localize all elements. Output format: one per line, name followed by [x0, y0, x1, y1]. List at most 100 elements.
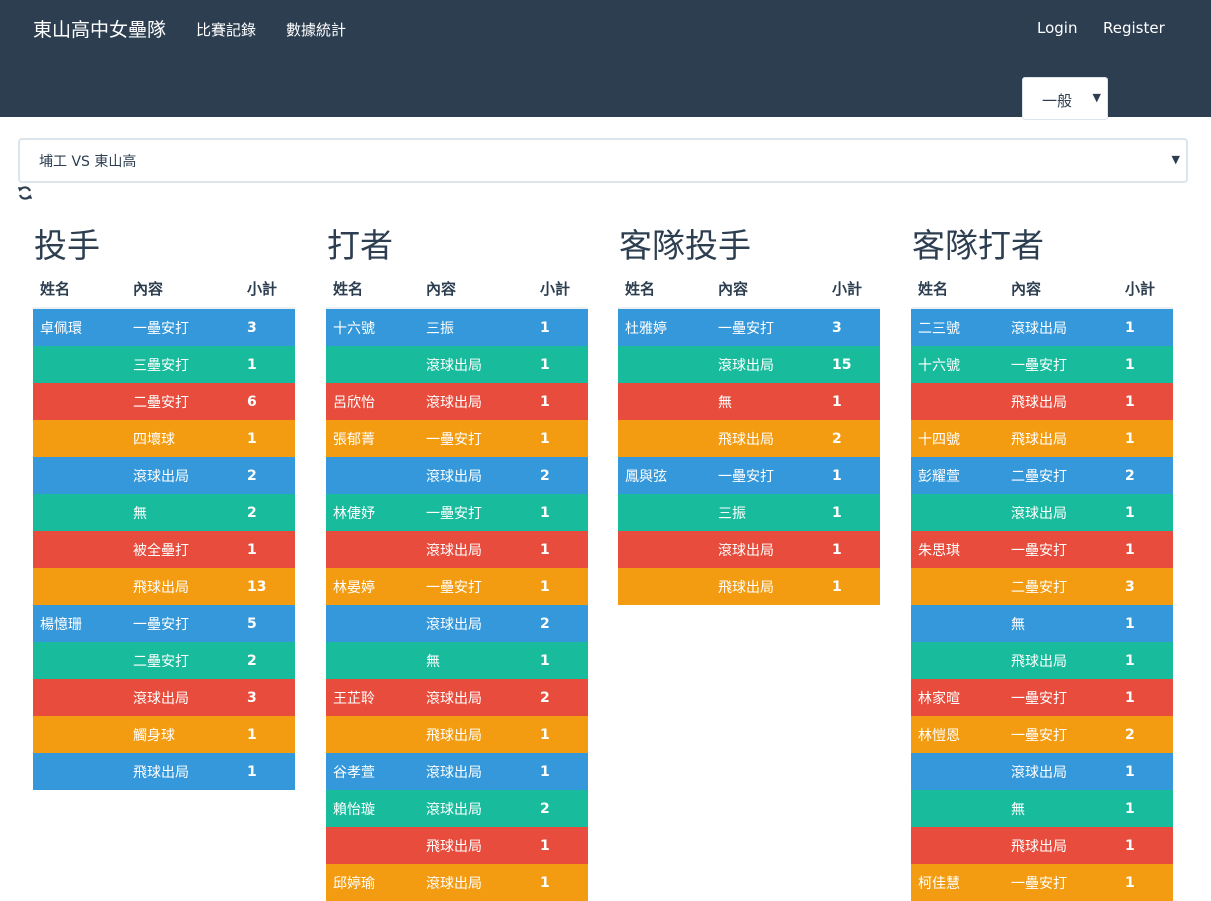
table-row: 滾球出局 1	[911, 753, 1173, 790]
table-row: 滾球出局 2	[33, 457, 295, 494]
game-select[interactable]: 埔工 VS 東山高 ▼	[18, 138, 1188, 183]
table-row: 彭耀萱 二壘安打 2	[911, 457, 1173, 494]
table-row: 滾球出局 2	[326, 457, 588, 494]
result-cell: 一壘安打	[126, 605, 240, 642]
table-row: 二三號 滾球出局 1	[911, 308, 1173, 346]
result-cell: 無	[711, 383, 825, 420]
panel-title: 投手	[34, 226, 100, 265]
table-row: 二壘安打 3	[911, 568, 1173, 605]
player-name-cell: 二三號	[911, 308, 1004, 346]
table-row: 被全壘打 1	[33, 531, 295, 568]
result-cell: 一壘安打	[419, 420, 533, 457]
table-row: 朱思琪 一壘安打 1	[911, 531, 1173, 568]
table-row: 無1	[911, 605, 1173, 642]
refresh-icon[interactable]	[17, 185, 33, 201]
table-row: 無1	[326, 642, 588, 679]
table-row: 滾球出局 1	[618, 531, 880, 568]
result-cell: 滾球出局	[1004, 308, 1118, 346]
player-name-cell	[911, 383, 1004, 420]
mode-select[interactable]: 一般 ▼	[1022, 77, 1108, 120]
table-row: 飛球出局 1	[911, 827, 1173, 864]
result-cell: 滾球出局	[419, 753, 533, 790]
table-row: 觸身球 1	[33, 716, 295, 753]
table-row: 滾球出局 1	[911, 494, 1173, 531]
table-row: 飛球出局 1	[618, 568, 880, 605]
table-row: 林晏婷 一壘安打 1	[326, 568, 588, 605]
result-cell: 二壘安打	[1004, 568, 1118, 605]
table-row: 邱婷瑜 滾球出局 1	[326, 864, 588, 901]
count-cell: 1	[1118, 753, 1173, 790]
count-cell: 3	[1118, 568, 1173, 605]
dropdown-arrow-icon: ▼	[1171, 153, 1180, 166]
count-cell: 1	[533, 531, 588, 568]
player-name-cell: 卓佩環	[33, 308, 126, 346]
result-cell: 滾球出局	[419, 457, 533, 494]
player-name-cell: 柯佳慧	[911, 864, 1004, 901]
nav-link-game-records[interactable]: 比賽記錄	[196, 19, 256, 40]
result-cell: 飛球出局	[711, 420, 825, 457]
navbar: 東山高中女壘隊 比賽記錄 數據統計 Login Register 一般 ▼	[0, 0, 1211, 120]
result-cell: 滾球出局	[419, 864, 533, 901]
result-cell: 被全壘打	[126, 531, 240, 568]
panel-title: 客隊打者	[912, 226, 1044, 265]
player-name-cell: 十六號	[326, 308, 419, 346]
table-row: 楊憶珊 一壘安打 5	[33, 605, 295, 642]
table-row: 無1	[618, 383, 880, 420]
player-name-cell: 十六號	[911, 346, 1004, 383]
brand-link[interactable]: 東山高中女壘隊	[33, 15, 166, 42]
player-name-cell	[326, 827, 419, 864]
table-row: 無1	[911, 790, 1173, 827]
player-name-cell: 楊憶珊	[33, 605, 126, 642]
column-header: 小計	[533, 270, 588, 309]
count-cell: 2	[240, 457, 295, 494]
result-cell: 飛球出局	[1004, 642, 1118, 679]
table-row: 飛球出局 1	[33, 753, 295, 790]
count-cell: 1	[825, 531, 880, 568]
player-name-cell: 彭耀萱	[911, 457, 1004, 494]
result-cell: 滾球出局	[419, 346, 533, 383]
result-cell: 一壘安打	[419, 568, 533, 605]
count-cell: 1	[825, 494, 880, 531]
player-name-cell	[33, 568, 126, 605]
result-cell: 滾球出局	[711, 346, 825, 383]
result-cell: 滾球出局	[419, 531, 533, 568]
column-header: 小計	[240, 270, 295, 309]
count-cell: 2	[533, 679, 588, 716]
player-name-cell	[911, 827, 1004, 864]
count-cell: 1	[240, 346, 295, 383]
count-cell: 1	[533, 308, 588, 346]
count-cell: 1	[533, 383, 588, 420]
player-name-cell	[618, 346, 711, 383]
table-row: 呂欣怡 滾球出局 1	[326, 383, 588, 420]
count-cell: 1	[533, 494, 588, 531]
count-cell: 15	[825, 346, 880, 383]
table-row: 谷孝萱 滾球出局 1	[326, 753, 588, 790]
count-cell: 1	[533, 716, 588, 753]
player-name-cell: 林晏婷	[326, 568, 419, 605]
result-cell: 一壘安打	[711, 457, 825, 494]
count-cell: 1	[240, 716, 295, 753]
register-link[interactable]: Register	[1103, 19, 1165, 37]
table-row: 柯佳慧 一壘安打 1	[911, 864, 1173, 901]
table-row: 十四號 飛球出局 1	[911, 420, 1173, 457]
count-cell: 3	[825, 308, 880, 346]
count-cell: 1	[1118, 383, 1173, 420]
result-cell: 滾球出局	[126, 679, 240, 716]
table-row: 王芷聆 滾球出局 2	[326, 679, 588, 716]
result-cell: 滾球出局	[126, 457, 240, 494]
count-cell: 2	[240, 494, 295, 531]
player-name-cell	[33, 494, 126, 531]
count-cell: 1	[240, 753, 295, 790]
result-cell: 二壘安打	[1004, 457, 1118, 494]
login-link[interactable]: Login	[1037, 19, 1077, 37]
nav-link-statistics[interactable]: 數據統計	[286, 19, 346, 40]
player-name-cell	[326, 642, 419, 679]
result-cell: 觸身球	[126, 716, 240, 753]
table-row: 卓佩環 一壘安打 3	[33, 308, 295, 346]
count-cell: 2	[533, 457, 588, 494]
count-cell: 5	[240, 605, 295, 642]
game-select-value: 埔工 VS 東山高	[39, 154, 137, 170]
result-cell: 一壘安打	[126, 308, 240, 346]
player-name-cell	[326, 531, 419, 568]
away-pitcher-panel: 客隊投手 姓名 內容 小計 杜雅婷 一壘安打 3 滾球出局 15 無 1 飛球出局 2 鳳與弦 一壘…	[618, 222, 880, 605]
